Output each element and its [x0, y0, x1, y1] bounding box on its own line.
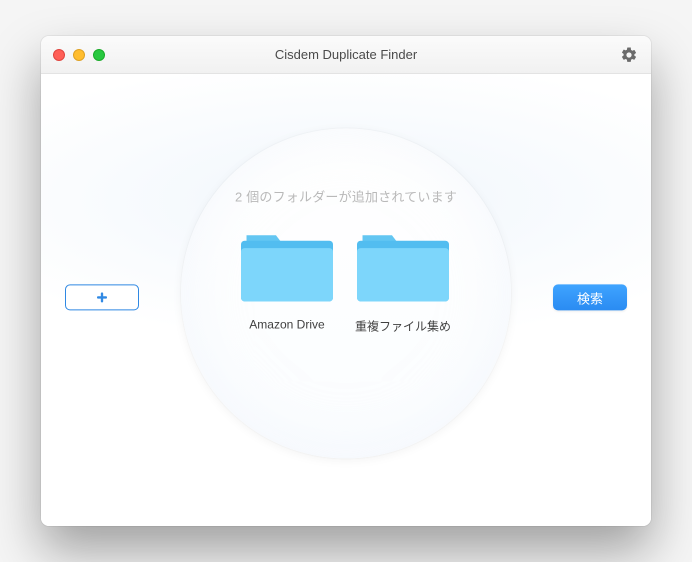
zoom-window-button[interactable] — [93, 49, 105, 61]
folder-icon — [241, 229, 333, 305]
folder-name: 重複ファイル集め — [355, 317, 451, 334]
app-window: Cisdem Duplicate Finder 2 個のフォルダーが追加されてい… — [41, 36, 651, 526]
main-content: 2 個のフォルダーが追加されています Amazon Drive — [41, 74, 651, 526]
drop-zone[interactable]: 2 個のフォルダーが追加されています Amazon Drive — [181, 128, 511, 458]
add-folder-button[interactable] — [65, 284, 139, 310]
folder-name: Amazon Drive — [249, 317, 324, 331]
folder-list: Amazon Drive 重複ファイル集め — [241, 229, 451, 334]
search-button[interactable]: 検索 — [553, 284, 627, 310]
gear-icon — [620, 46, 638, 64]
minimize-window-button[interactable] — [73, 49, 85, 61]
close-window-button[interactable] — [53, 49, 65, 61]
settings-button[interactable] — [619, 45, 639, 65]
status-text: 2 個のフォルダーが追加されています — [235, 186, 457, 205]
plus-icon — [95, 290, 109, 304]
folder-icon — [357, 229, 449, 305]
window-controls — [53, 49, 105, 61]
window-title: Cisdem Duplicate Finder — [41, 47, 651, 62]
folder-item[interactable]: 重複ファイル集め — [355, 229, 451, 334]
titlebar: Cisdem Duplicate Finder — [41, 36, 651, 74]
folder-item[interactable]: Amazon Drive — [241, 229, 333, 334]
search-button-label: 検索 — [577, 288, 603, 307]
